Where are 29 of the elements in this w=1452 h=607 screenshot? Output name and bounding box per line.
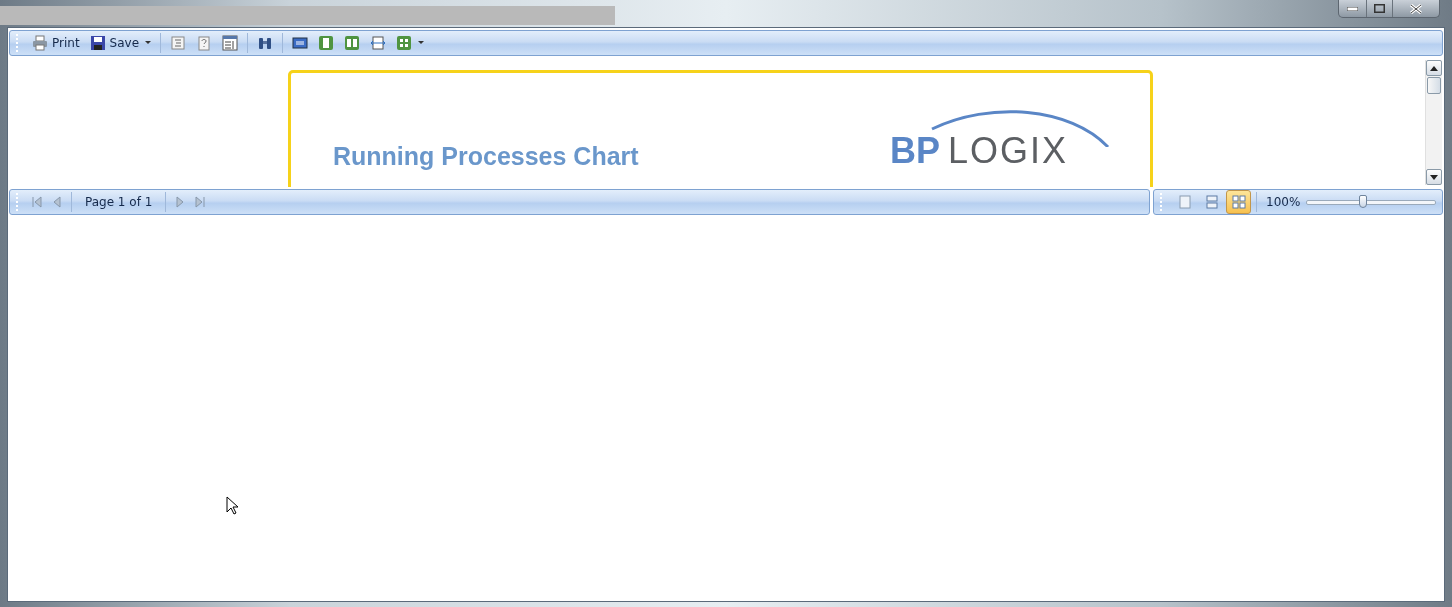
company-logo: BP LOGIX <box>890 107 1110 169</box>
mouse-cursor-icon <box>226 496 238 515</box>
up-arrow-icon <box>1430 65 1438 71</box>
document-icon <box>170 35 187 51</box>
toolbar-button[interactable]: Save <box>85 32 156 54</box>
printer-icon <box>32 35 48 51</box>
single-page-icon <box>1178 195 1191 209</box>
view-mode-button[interactable] <box>1226 190 1251 214</box>
maximize-icon <box>1374 4 1385 13</box>
multiple-pages-icon <box>1231 195 1246 209</box>
vertical-scrollbar[interactable] <box>1425 60 1442 185</box>
page-indicator: Page 1 of 1 <box>84 195 154 209</box>
grid-icon <box>396 35 413 51</box>
report-title: Running Processes Chart <box>333 142 639 171</box>
binoculars-icon <box>257 35 274 51</box>
columns-icon <box>222 35 239 51</box>
down-arrow-icon <box>1430 174 1438 180</box>
two-pages-icon <box>344 35 361 51</box>
page-icon <box>318 35 335 51</box>
page-arrows-icon <box>370 35 387 51</box>
zoom-reading: 100% <box>1266 195 1301 209</box>
slider-thumb[interactable] <box>1359 194 1368 208</box>
minimize-icon <box>1347 6 1358 11</box>
scrollbar-thumb[interactable] <box>1427 77 1441 94</box>
monitor-icon <box>292 35 309 51</box>
clipboard-icon <box>196 35 213 51</box>
close-icon <box>1410 3 1422 14</box>
toolbar-button[interactable]: Print <box>28 32 84 54</box>
continuous-pages-icon <box>1205 195 1218 209</box>
